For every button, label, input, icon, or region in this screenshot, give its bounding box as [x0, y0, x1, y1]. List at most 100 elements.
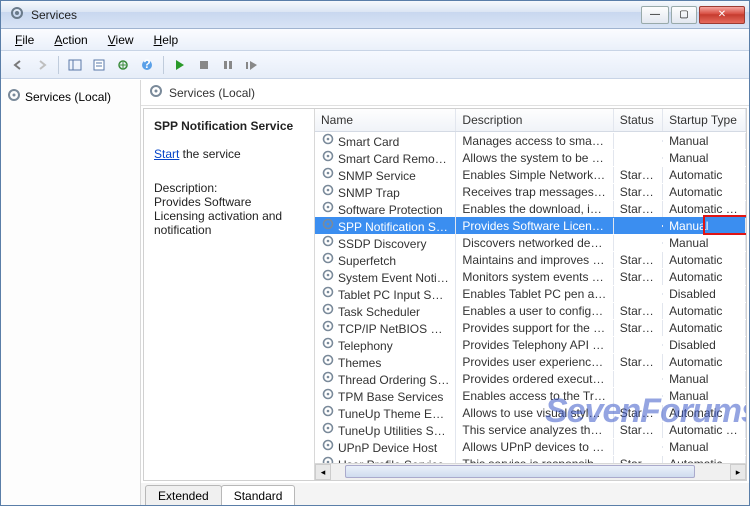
tab-standard[interactable]: Standard — [221, 485, 296, 505]
service-list[interactable]: SevenForums Smart CardManages access to … — [315, 132, 746, 463]
column-name[interactable]: Name — [315, 109, 456, 131]
minimize-button[interactable]: — — [641, 6, 669, 24]
column-status[interactable]: Status — [614, 109, 663, 131]
tree-root-label: Services (Local) — [25, 90, 111, 104]
cell-startup: Automatic — [663, 405, 746, 421]
service-row[interactable]: Task SchedulerEnables a user to configur… — [315, 302, 746, 319]
toolbar-separator — [58, 56, 59, 74]
properties-button[interactable] — [88, 54, 110, 76]
service-row[interactable]: SuperfetchMaintains and improves syste..… — [315, 251, 746, 268]
detail-pane: SPP Notification Service Start the servi… — [144, 109, 314, 480]
cell-description: Enables Tablet PC pen and in... — [456, 286, 613, 302]
cell-startup: Automatic — [663, 303, 746, 319]
body-area: Services (Local) Services (Local) SPP No… — [1, 79, 749, 505]
service-row[interactable]: Thread Ordering ServerProvides ordered e… — [315, 370, 746, 387]
cell-status: Started — [614, 405, 663, 421]
content-area: SPP Notification Service Start the servi… — [143, 108, 747, 481]
cell-status — [614, 378, 663, 380]
service-row[interactable]: SPP Notification ServiceProvides Softwar… — [315, 217, 746, 234]
titlebar[interactable]: Services — ▢ ✕ — [1, 1, 749, 29]
cell-startup: Automatic — [663, 252, 746, 268]
toolbar: ? — [1, 51, 749, 79]
start-service-button[interactable] — [169, 54, 191, 76]
column-startup-type[interactable]: Startup Type — [663, 109, 746, 131]
cell-startup: Automatic — [663, 184, 746, 200]
menubar: File Action View Help — [1, 29, 749, 51]
cell-startup: Manual — [663, 235, 746, 251]
service-icon — [321, 455, 335, 463]
service-row[interactable]: TuneUp Utilities ServiceThis service ana… — [315, 421, 746, 438]
service-row[interactable]: TelephonyProvides Telephony API (TAPI...… — [315, 336, 746, 353]
cell-status — [614, 225, 663, 227]
service-icon — [321, 421, 335, 438]
cell-description: Allows UPnP devices to be ho... — [456, 439, 613, 455]
service-row[interactable]: User Profile ServiceThis service is resp… — [315, 455, 746, 463]
service-icon — [321, 149, 335, 166]
service-row[interactable]: TCP/IP NetBIOS HelperProvides support fo… — [315, 319, 746, 336]
tree-pane[interactable]: Services (Local) — [1, 80, 141, 505]
column-headers[interactable]: Name Description Status Startup Type — [315, 109, 746, 132]
service-row[interactable]: Smart Card Removal PolicyAllows the syst… — [315, 149, 746, 166]
restart-service-button[interactable] — [241, 54, 263, 76]
service-row[interactable]: TPM Base ServicesEnables access to the T… — [315, 387, 746, 404]
export-button[interactable] — [112, 54, 134, 76]
service-row[interactable]: ThemesProvides user experience the...Sta… — [315, 353, 746, 370]
cell-status: Started — [614, 201, 663, 217]
column-description[interactable]: Description — [456, 109, 613, 131]
horizontal-scrollbar[interactable]: ◂ ▸ — [315, 463, 746, 480]
cell-startup: Manual — [663, 388, 746, 404]
list-header-title: Services (Local) — [169, 86, 255, 100]
service-row[interactable]: SNMP TrapReceives trap messages gener...… — [315, 183, 746, 200]
service-row[interactable]: SNMP ServiceEnables Simple Network Man..… — [315, 166, 746, 183]
service-row[interactable]: SSDP DiscoveryDiscovers networked device… — [315, 234, 746, 251]
tree-root-services-local[interactable]: Services (Local) — [5, 86, 136, 107]
show-hide-tree-button[interactable] — [64, 54, 86, 76]
service-row[interactable]: Software ProtectionEnables the download,… — [315, 200, 746, 217]
cell-startup: Automatic — [663, 269, 746, 285]
cell-status: Started — [614, 456, 663, 464]
tab-extended[interactable]: Extended — [145, 485, 222, 505]
list-header-bar: Services (Local) — [141, 80, 749, 106]
service-row[interactable]: TuneUp Theme ExtensionAllows to use visu… — [315, 404, 746, 421]
services-icon — [149, 84, 163, 101]
service-icon — [321, 319, 335, 336]
menu-action[interactable]: Action — [46, 31, 95, 49]
help-button[interactable]: ? — [136, 54, 158, 76]
close-button[interactable]: ✕ — [699, 6, 745, 24]
cell-description: Maintains and improves syste... — [456, 252, 613, 268]
menu-file[interactable]: File — [7, 31, 42, 49]
cell-startup: Automatic — [663, 354, 746, 370]
back-button[interactable] — [7, 54, 29, 76]
cell-startup: Automatic (D... — [663, 422, 746, 438]
view-tabs: Extended Standard — [141, 483, 749, 505]
stop-service-button[interactable] — [193, 54, 215, 76]
description-text: Provides Software Licensing activation a… — [154, 195, 304, 237]
scroll-left-arrow[interactable]: ◂ — [315, 464, 331, 480]
menu-view[interactable]: View — [100, 31, 142, 49]
cell-name: User Profile Service — [315, 454, 456, 463]
menu-help[interactable]: Help — [146, 31, 187, 49]
cell-description: Provides user experience the... — [456, 354, 613, 370]
service-row[interactable]: Tablet PC Input ServiceEnables Tablet PC… — [315, 285, 746, 302]
forward-button[interactable] — [31, 54, 53, 76]
cell-status: Started — [614, 269, 663, 285]
cell-description: Enables access to the Trusted ... — [456, 388, 613, 404]
cell-status — [614, 395, 663, 397]
cell-startup: Manual — [663, 133, 746, 149]
scroll-right-arrow[interactable]: ▸ — [730, 464, 746, 480]
service-row[interactable]: Smart CardManages access to smart car...… — [315, 132, 746, 149]
cell-startup: Automatic — [663, 167, 746, 183]
pause-service-button[interactable] — [217, 54, 239, 76]
service-icon — [321, 251, 335, 268]
start-service-line: Start the service — [154, 147, 304, 161]
service-row[interactable]: UPnP Device HostAllows UPnP devices to b… — [315, 438, 746, 455]
start-service-link[interactable]: Start — [154, 147, 179, 161]
cell-status: Started — [614, 422, 663, 438]
cell-startup: Manual — [663, 439, 746, 455]
service-row[interactable]: System Event Notification Se...Monitors … — [315, 268, 746, 285]
scroll-thumb[interactable] — [345, 465, 695, 478]
description-label: Description: — [154, 181, 304, 195]
cell-description: Allows the system to be confi... — [456, 150, 613, 166]
maximize-button[interactable]: ▢ — [671, 6, 697, 24]
cell-startup: Automatic (D... — [663, 201, 746, 217]
